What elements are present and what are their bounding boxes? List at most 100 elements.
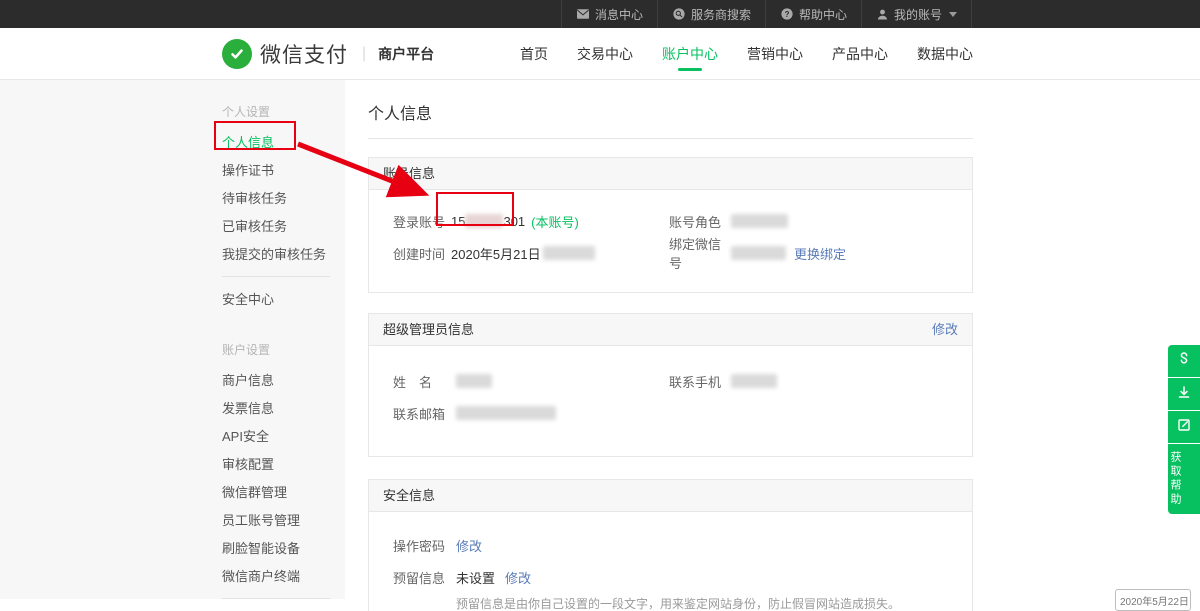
service-search-label: 服务商搜索 xyxy=(691,6,751,23)
created-time-text: 2020年5月21日 xyxy=(451,244,541,263)
caret-down-icon xyxy=(949,12,957,17)
nav-account-center[interactable]: 账户中心 xyxy=(662,28,718,80)
edit-icon xyxy=(1176,417,1192,438)
operation-password-label: 操作密码 xyxy=(393,536,456,555)
page-title: 个人信息 xyxy=(368,100,973,124)
svg-text:?: ? xyxy=(785,10,790,19)
message-center-label: 消息中心 xyxy=(595,6,643,23)
account-info-body: 登录账号 15 301 (本账号) 账号角色 创建时间 202 xyxy=(369,190,972,292)
sidebar-item-invoice-info[interactable]: 发票信息 xyxy=(222,402,345,415)
admin-name-row: 姓 名 联系手机 xyxy=(393,368,972,394)
brand: 微信支付 | 商户平台 xyxy=(222,39,434,69)
wechat-pay-logo-icon xyxy=(222,39,252,69)
nav-data-center[interactable]: 数据中心 xyxy=(917,28,973,80)
feedback-button[interactable] xyxy=(1168,411,1200,443)
security-info-title: 安全信息 xyxy=(383,480,435,511)
page-body: 个人设置 个人信息 操作证书 待审核任务 已审核任务 我提交的审核任务 安全中心… xyxy=(0,80,1200,599)
admin-info-body: 姓 名 联系手机 联系邮箱 xyxy=(369,346,972,456)
created-time-value: 2020年5月21日 xyxy=(451,244,595,263)
reserved-info-description: 预留信息是由你自己设置的一段文字，用来鉴定网站身份，防止假冒网站造成损失。 配置… xyxy=(456,596,972,611)
user-icon xyxy=(876,8,889,21)
main-content: 个人信息 账号信息 登录账号 15 301 (本账号) 账号角色 xyxy=(368,80,973,599)
sidebar-item-review-config[interactable]: 审核配置 xyxy=(222,458,345,471)
admin-phone-label: 联系手机 xyxy=(669,372,731,391)
bound-wechat-redacted xyxy=(731,246,786,260)
login-account-label: 登录账号 xyxy=(393,212,451,231)
nav-product-center[interactable]: 产品中心 xyxy=(832,28,888,80)
admin-info-header: 超级管理员信息 修改 xyxy=(369,314,972,346)
admin-name-label: 姓 名 xyxy=(393,372,456,391)
sidebar-group-account-settings: 账户设置 xyxy=(222,341,345,358)
current-account-tag: (本账号) xyxy=(531,212,579,231)
bound-wechat-label: 绑定微信号 xyxy=(669,234,731,272)
account-role-redacted xyxy=(731,214,788,228)
sidebar-item-api-security[interactable]: API安全 xyxy=(222,430,345,443)
sidebar-item-staff-account-management[interactable]: 员工账号管理 xyxy=(222,514,345,527)
sidebar-item-my-submitted-tasks[interactable]: 我提交的审核任务 xyxy=(222,248,345,261)
title-divider xyxy=(368,138,973,139)
admin-info-title: 超级管理员信息 xyxy=(383,314,474,345)
sidebar-item-pending-review-tasks[interactable]: 待审核任务 xyxy=(222,192,345,205)
message-center-button[interactable]: 消息中心 xyxy=(561,0,658,28)
header: 微信支付 | 商户平台 首页 交易中心 账户中心 营销中心 产品中心 数据中心 xyxy=(0,28,1200,80)
download-icon xyxy=(1176,384,1192,405)
sidebar-item-reviewed-tasks[interactable]: 已审核任务 xyxy=(222,220,345,233)
brand-platform: 商户平台 xyxy=(378,44,434,64)
admin-email-redacted xyxy=(456,406,556,420)
admin-email-row: 联系邮箱 xyxy=(393,400,972,426)
bound-wechat-col: 绑定微信号 更换绑定 xyxy=(669,240,846,266)
link-icon xyxy=(1176,351,1192,372)
account-role-col: 账号角色 xyxy=(669,208,788,234)
topbar-items: 消息中心 服务商搜索 ? 帮助中心 xyxy=(561,0,972,28)
login-account-row: 登录账号 15 301 (本账号) 账号角色 xyxy=(393,208,972,234)
my-account-label: 我的账号 xyxy=(894,6,942,23)
login-account-redacted xyxy=(465,214,503,228)
service-search-button[interactable]: 服务商搜索 xyxy=(658,0,766,28)
question-circle-icon: ? xyxy=(780,7,794,21)
sidebar-gap xyxy=(222,321,345,341)
sidebar-item-personal-info[interactable]: 个人信息 xyxy=(222,136,345,149)
reserved-info-label: 预留信息 xyxy=(393,568,456,587)
account-info-title: 账号信息 xyxy=(383,158,435,189)
brand-separator: | xyxy=(362,45,366,63)
sidebar-item-face-smart-device[interactable]: 刷脸智能设备 xyxy=(222,542,345,555)
quick-link-button[interactable] xyxy=(1168,345,1200,377)
download-button[interactable] xyxy=(1168,378,1200,410)
account-role-label: 账号角色 xyxy=(669,212,731,231)
help-center-button[interactable]: ? 帮助中心 xyxy=(766,0,862,28)
security-info-body: 操作密码 修改 预留信息 未设置 修改 预留信息是由你自己设置的一段文字，用来鉴… xyxy=(369,512,972,611)
nav-transaction-center[interactable]: 交易中心 xyxy=(577,28,633,80)
sidebar-item-security-center[interactable]: 安全中心 xyxy=(222,293,345,306)
sidebar-item-wechat-merchant-terminal[interactable]: 微信商户终端 xyxy=(222,570,345,583)
admin-phone-col: 联系手机 xyxy=(669,368,777,394)
get-help-button[interactable]: 获取帮助 xyxy=(1168,444,1200,514)
mail-icon xyxy=(576,8,590,20)
sidebar: 个人设置 个人信息 操作证书 待审核任务 已审核任务 我提交的审核任务 安全中心… xyxy=(0,80,345,599)
created-time-row: 创建时间 2020年5月21日 绑定微信号 更换绑定 xyxy=(393,240,972,266)
brand-name: 微信支付 xyxy=(260,39,348,69)
reserved-info-edit-link[interactable]: 修改 xyxy=(505,568,531,587)
help-center-label: 帮助中心 xyxy=(799,6,847,23)
operation-password-edit-link[interactable]: 修改 xyxy=(456,536,482,555)
login-account-suffix: 301 xyxy=(503,214,525,229)
admin-email-label: 联系邮箱 xyxy=(393,404,456,423)
nav-marketing-center[interactable]: 营销中心 xyxy=(747,28,803,80)
sidebar-item-merchant-info[interactable]: 商户信息 xyxy=(222,374,345,387)
reserved-info-row: 预留信息 未设置 修改 xyxy=(393,564,972,590)
sidebar-item-wechat-group-management[interactable]: 微信群管理 xyxy=(222,486,345,499)
main-nav: 首页 交易中心 账户中心 营销中心 产品中心 数据中心 xyxy=(520,28,973,80)
rebind-wechat-link[interactable]: 更换绑定 xyxy=(794,244,846,263)
admin-info-section: 超级管理员信息 修改 姓 名 联系手机 联系邮箱 xyxy=(368,313,973,457)
my-account-menu[interactable]: 我的账号 xyxy=(862,0,972,28)
sidebar-group-personal-settings: 个人设置 xyxy=(222,103,345,120)
login-account-prefix: 15 xyxy=(451,214,465,229)
floating-help-widget: 获取帮助 xyxy=(1168,345,1200,514)
date-tooltip: 2020年5月22日 xyxy=(1115,589,1191,611)
admin-phone-redacted xyxy=(731,374,777,388)
nav-home[interactable]: 首页 xyxy=(520,28,548,80)
login-account-value: 15 301 (本账号) xyxy=(451,212,579,231)
admin-edit-link[interactable]: 修改 xyxy=(932,314,958,345)
created-time-label: 创建时间 xyxy=(393,244,451,263)
sidebar-item-operation-certificate[interactable]: 操作证书 xyxy=(222,164,345,177)
account-info-section: 账号信息 登录账号 15 301 (本账号) 账号角色 xyxy=(368,157,973,293)
